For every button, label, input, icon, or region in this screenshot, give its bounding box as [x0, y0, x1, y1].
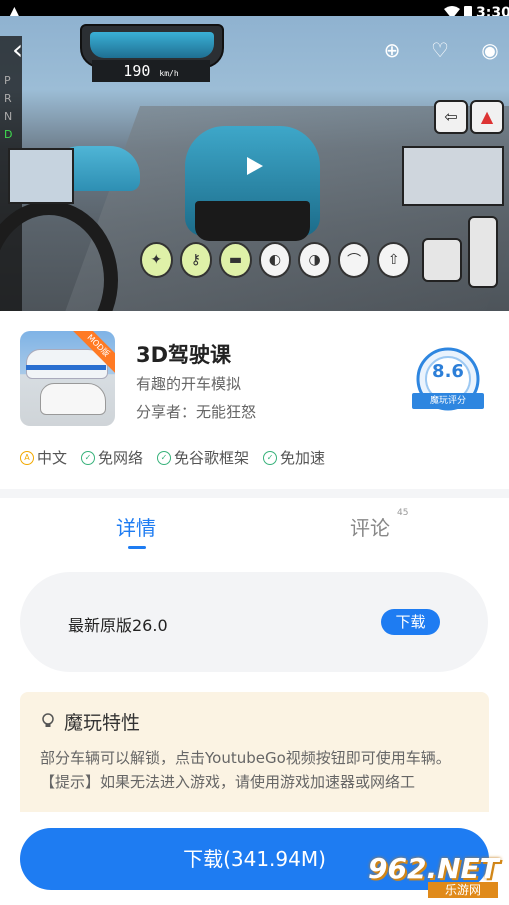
watermark-main: 962.NET: [368, 852, 499, 885]
camera-icon[interactable]: ◉: [478, 38, 502, 62]
comments-count: 45: [397, 508, 409, 518]
pedals: [422, 216, 502, 296]
brake-pedal: [422, 238, 462, 282]
camera-view: [402, 146, 504, 206]
lightbulb-icon: [42, 713, 54, 727]
app-sharer: 分享者：无能狂怒: [136, 403, 257, 421]
handbrake-icon: ▬: [219, 242, 252, 278]
watermark-sub: 乐游网: [428, 882, 498, 898]
arrow-up-icon: ⇧: [377, 242, 411, 278]
check-icon: ✓: [263, 450, 278, 465]
gas-pedal: [468, 216, 498, 288]
features-title: 魔玩特性: [64, 712, 141, 734]
rating-badge-icon: [416, 347, 480, 411]
check-icon: ✓: [81, 450, 96, 465]
version-card: 最新原版26.0 下载: [20, 572, 488, 672]
features-line: 【提示】如果无法进入游戏，请使用游戏加速器或网络工: [40, 773, 416, 791]
gear-d: D: [4, 128, 13, 141]
side-camera-view: [8, 148, 74, 204]
app-info: MOD版 3D驾驶课 有趣的开车模拟 分享者：无能狂怒 8.6 魔玩评分 A 中…: [0, 311, 509, 489]
tab-bar: 详情 评论 45: [0, 498, 509, 558]
media-preview[interactable]: P R N D 190 km/h ⇦ ▲ ✦ ⚷ ▬ ◐ ◑ ⌒ ⇧ ‹ ⊕ ♡…: [0, 16, 509, 311]
control-row: ✦ ⚷ ▬ ◐ ◑ ⌒ ⇧: [140, 242, 411, 278]
hazard-icon: ▲: [470, 100, 504, 134]
back-icon[interactable]: ‹: [12, 36, 23, 64]
watermark-logo: 962.NET 乐游网: [368, 852, 502, 900]
gear-r: R: [4, 92, 12, 105]
tab-comments[interactable]: 评论: [350, 512, 390, 541]
tab-details[interactable]: 详情: [116, 512, 156, 541]
tag-no-google: ✓ 免谷歌框架: [157, 447, 249, 468]
rating-label: 魔玩评分: [412, 393, 484, 409]
tag-no-accelerator: ✓ 免加速: [263, 447, 325, 468]
features-body: 部分车辆可以解锁，点击YoutubeGo视频按钮即可使用车辆。 【提示】如果无法…: [40, 746, 480, 794]
play-icon[interactable]: [243, 155, 265, 177]
features-card: 魔玩特性 部分车辆可以解锁，点击YoutubeGo视频按钮即可使用车辆。 【提示…: [20, 692, 489, 832]
check-icon: ✓: [157, 450, 172, 465]
main-car-rear: [195, 201, 310, 241]
gear-p: P: [4, 74, 11, 87]
app-icon: MOD版: [20, 331, 115, 426]
turn-signal-icon: ⇦: [434, 100, 468, 134]
download-circle-icon[interactable]: ⊕: [380, 38, 404, 62]
tab-indicator: [128, 546, 146, 549]
wiper-icon: ⌒: [337, 242, 371, 278]
speed-value: 190: [123, 62, 151, 80]
a-icon: A: [20, 450, 34, 465]
tag-chinese: A 中文: [20, 447, 67, 468]
speedometer: 190 km/h: [92, 60, 210, 82]
version-label: 最新原版26.0: [68, 616, 168, 635]
car-graphic: [40, 383, 106, 415]
favorite-icon[interactable]: ♡: [428, 38, 452, 62]
bottom-bar: 下载(341.94M) 962.NET 乐游网: [0, 812, 509, 905]
highbeam-icon: ◑: [298, 242, 331, 278]
section-divider: [0, 489, 509, 498]
key-icon: ⚷: [179, 242, 213, 278]
app-title: 3D驾驶课: [136, 343, 232, 367]
feature-tags: A 中文 ✓ 免网络 ✓ 免谷歌框架 ✓ 免加速: [20, 447, 325, 468]
rating-badge: 8.6 魔玩评分: [406, 343, 490, 423]
headlight-icon: ◐: [258, 242, 292, 278]
features-line: 部分车辆可以解锁，点击YoutubeGo视频按钮即可使用车辆。: [40, 749, 451, 767]
gear-n: N: [4, 110, 13, 123]
seatbelt-icon: ✦: [140, 242, 173, 278]
tag-no-network: ✓ 免网络: [81, 447, 143, 468]
version-download-button[interactable]: 下载: [381, 609, 440, 635]
app-subtitle: 有趣的开车模拟: [136, 375, 242, 393]
rating-score: 8.6: [432, 361, 464, 382]
speed-unit: km/h: [159, 69, 179, 78]
